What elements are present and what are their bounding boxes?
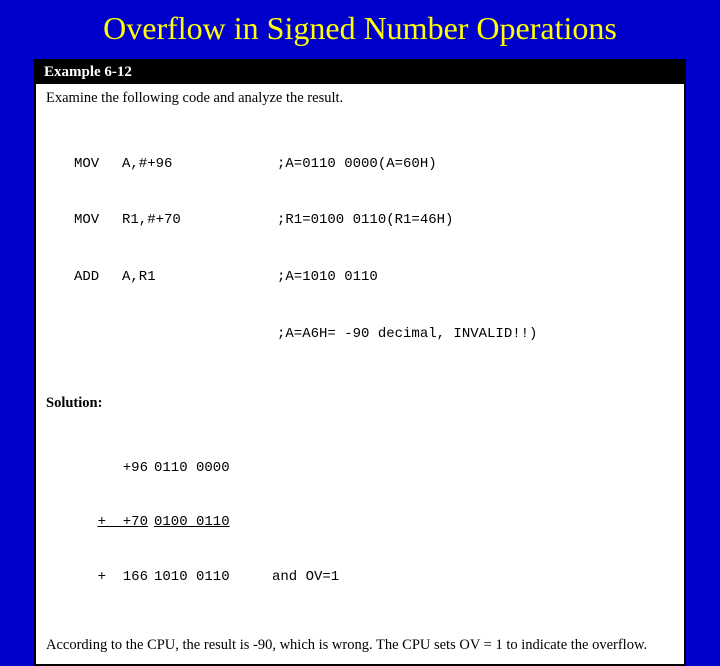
code-arg: A,R1 — [122, 268, 277, 287]
math-left: +96 — [82, 459, 154, 477]
code-comment: ;R1=0100 0110(R1=46H) — [277, 211, 674, 230]
solution-label: Solution: — [46, 395, 674, 412]
math-bits: 0100 0110 — [154, 513, 254, 531]
code-op — [74, 325, 122, 344]
code-comment: ;A=A6H= -90 decimal, INVALID!!) — [277, 325, 674, 344]
example-body: Examine the following code and analyze t… — [36, 84, 684, 665]
math-tail: and OV=1 — [254, 568, 339, 586]
math-bits: 1010 0110 — [154, 568, 254, 586]
code-block: MOV A,#+96 ;A=0110 0000(A=60H) MOV R1,#+… — [74, 117, 674, 381]
code-row: MOV R1,#+70 ;R1=0100 0110(R1=46H) — [74, 211, 674, 230]
code-arg — [122, 325, 277, 344]
example-box: Example 6-12 Examine the following code … — [34, 59, 686, 666]
code-row: ADD A,R1 ;A=1010 0110 — [74, 268, 674, 287]
code-op: MOV — [74, 155, 122, 174]
code-arg: R1,#+70 — [122, 211, 277, 230]
math-row: +96 0110 0000 — [82, 459, 674, 477]
code-arg: A,#+96 — [122, 155, 277, 174]
math-left: + 166 — [82, 568, 154, 586]
code-op: MOV — [74, 211, 122, 230]
code-row: MOV A,#+96 ;A=0110 0000(A=60H) — [74, 155, 674, 174]
conclusion-text: According to the CPU, the result is -90,… — [46, 636, 674, 654]
example-prompt: Examine the following code and analyze t… — [46, 90, 674, 107]
math-left: + +70 — [82, 513, 154, 531]
code-op: ADD — [74, 268, 122, 287]
example-header: Example 6-12 — [36, 61, 684, 84]
slide-title: Overflow in Signed Number Operations — [0, 0, 720, 55]
code-row: ;A=A6H= -90 decimal, INVALID!!) — [74, 325, 674, 344]
math-block: +96 0110 0000 + +70 0100 0110 + 166 1010… — [82, 422, 674, 622]
math-row: + 166 1010 0110 and OV=1 — [82, 568, 674, 586]
code-comment: ;A=1010 0110 — [277, 268, 674, 287]
math-bits: 0110 0000 — [154, 459, 254, 477]
math-row: + +70 0100 0110 — [82, 513, 674, 531]
code-comment: ;A=0110 0000(A=60H) — [277, 155, 674, 174]
